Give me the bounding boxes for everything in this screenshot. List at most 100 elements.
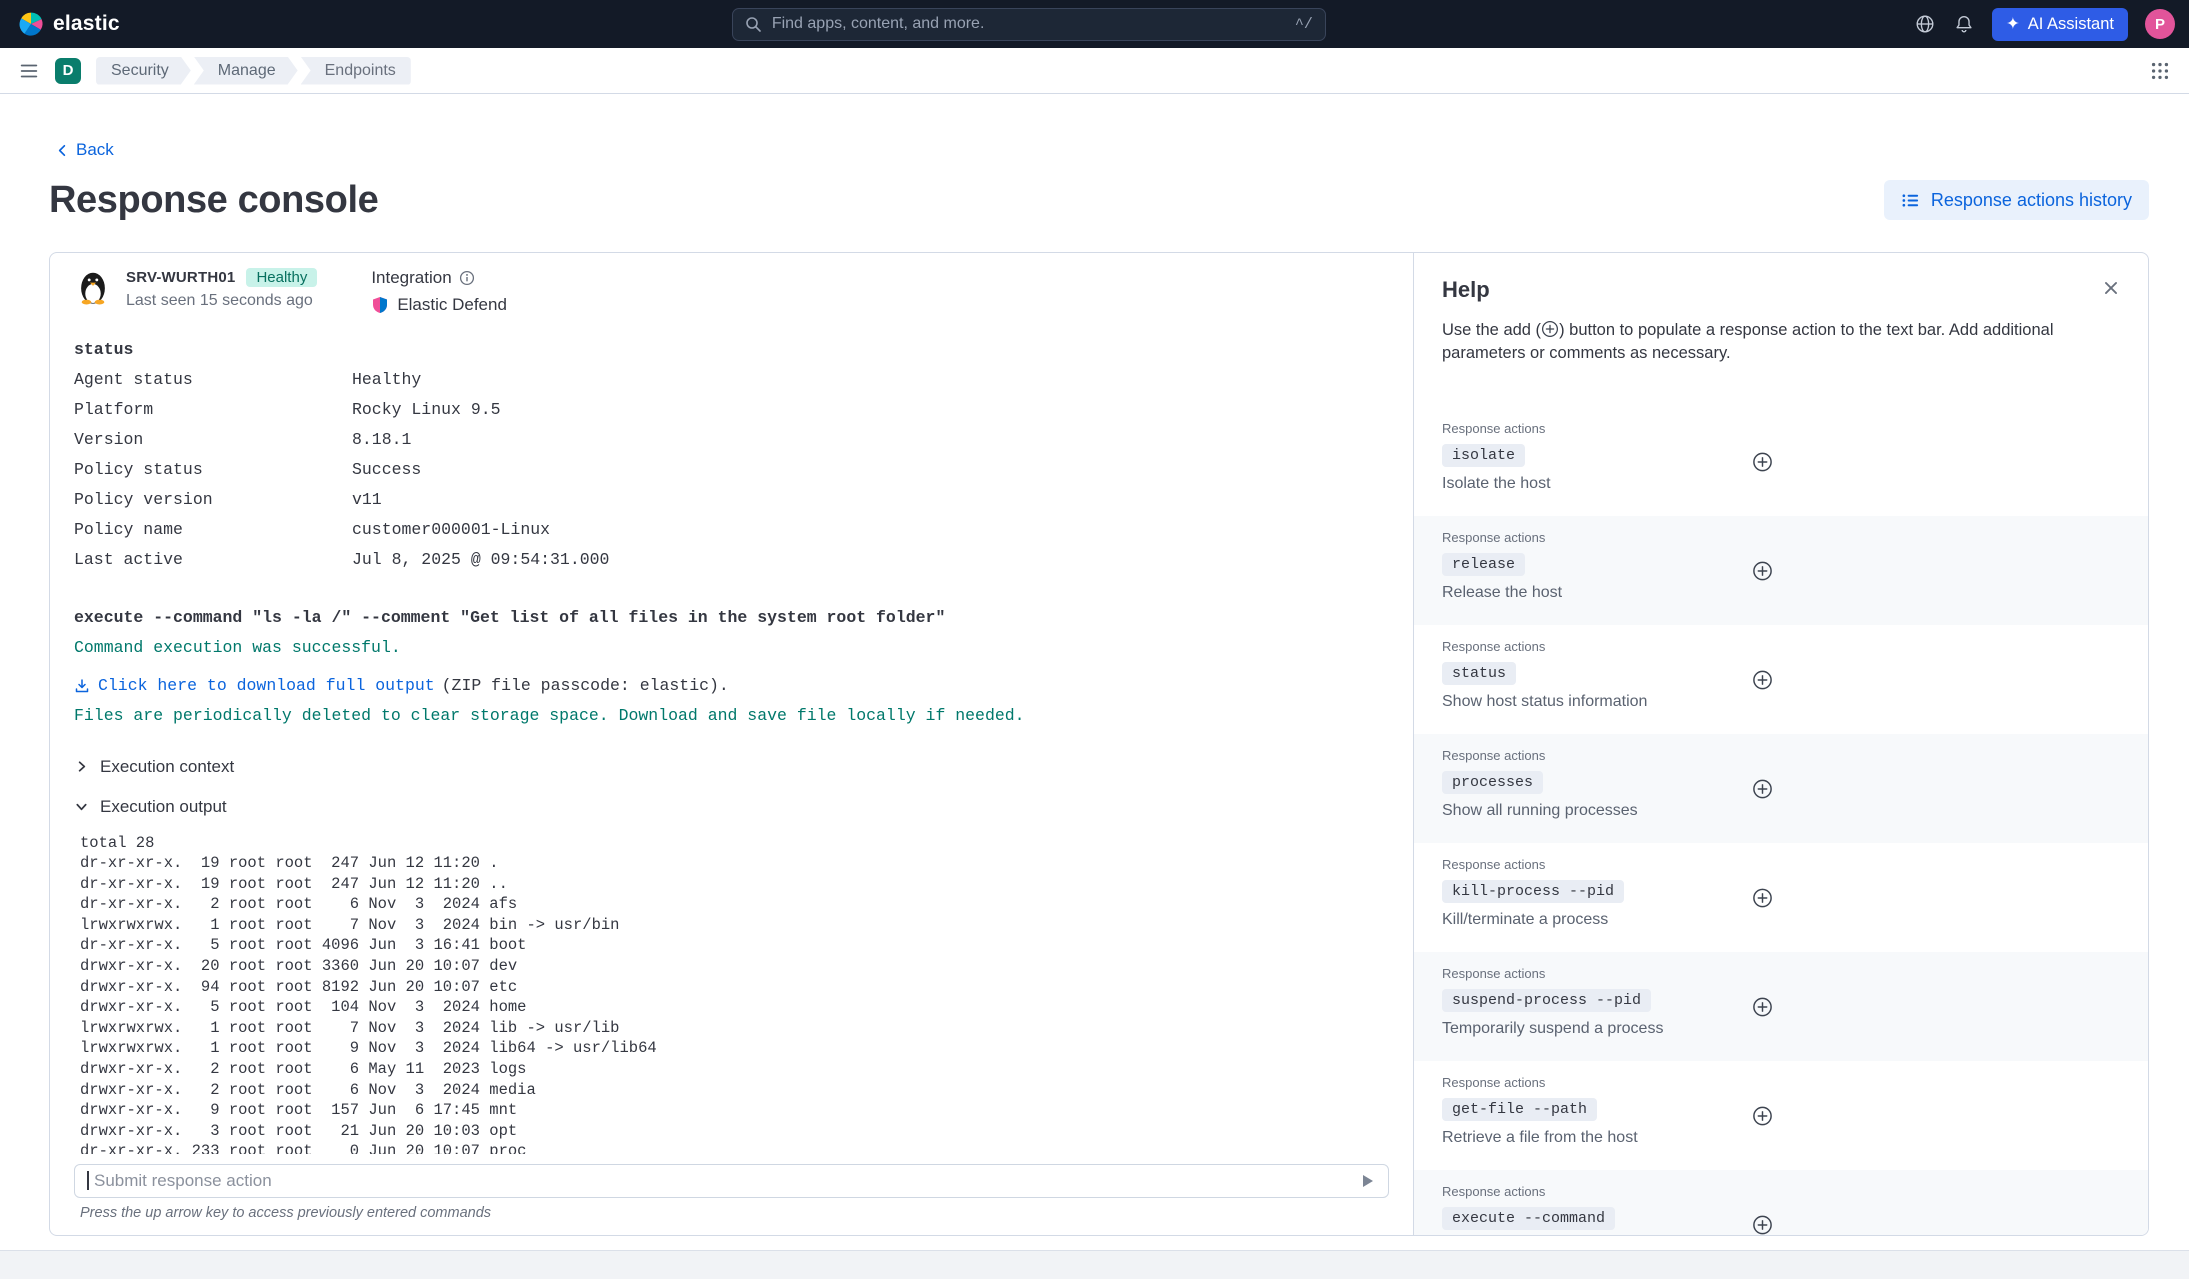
- add-command-button[interactable]: [1752, 1214, 1773, 1235]
- sparkle-icon: ✦: [2006, 14, 2020, 34]
- elastic-logo-icon: [18, 11, 44, 37]
- execution-context-label: Execution context: [100, 757, 234, 777]
- status-label: Version: [74, 425, 352, 455]
- page-footer-strip: [0, 1250, 2189, 1279]
- group-label: Response actions: [1442, 748, 2120, 763]
- download-link-label: Click here to download full output: [98, 671, 435, 701]
- command-description: Kill/terminate a process: [1442, 911, 2120, 929]
- top-header: elastic ^/ ✦ AI Assistant: [0, 0, 2189, 48]
- status-value: Rocky Linux 9.5: [352, 400, 501, 419]
- globe-icon[interactable]: [1914, 13, 1936, 35]
- help-title: Help: [1442, 277, 1490, 303]
- response-actions-history-button[interactable]: Response actions history: [1884, 180, 2149, 220]
- add-command-button[interactable]: [1752, 778, 1773, 799]
- list-item-get-file: Response actions get-file --path Retriev…: [1414, 1061, 2148, 1170]
- command-badge: suspend-process --pid: [1442, 989, 1651, 1012]
- host-name: SRV-WURTH01: [126, 269, 235, 286]
- list-item-release: Response actions release Release the hos…: [1414, 516, 2148, 625]
- breadcrumb: Security Manage Endpoints: [96, 57, 411, 85]
- status-row: Policy versionv11: [74, 485, 1389, 515]
- status-row: Policy namecustomer000001-Linux: [74, 515, 1389, 545]
- ai-assistant-button[interactable]: ✦ AI Assistant: [1992, 8, 2128, 41]
- info-icon[interactable]: [459, 270, 475, 286]
- input-hint: Press the up arrow key to access previou…: [80, 1205, 1389, 1221]
- add-command-button[interactable]: [1752, 1105, 1773, 1126]
- response-action-input[interactable]: [92, 1170, 1358, 1192]
- chevron-left-icon: [55, 143, 70, 158]
- host-status-badge: Healthy: [246, 268, 317, 287]
- back-link[interactable]: Back: [49, 139, 120, 161]
- breadcrumb-bar: D Security Manage Endpoints: [0, 48, 2189, 94]
- command-badge: status: [1442, 662, 1516, 685]
- back-label: Back: [76, 140, 114, 160]
- elastic-defend-icon: [371, 296, 389, 314]
- execution-output-label: Execution output: [100, 797, 227, 817]
- response-action-input-bar[interactable]: [74, 1164, 1389, 1198]
- executed-command: execute --command "ls -la /" --comment "…: [74, 603, 1389, 633]
- chevron-down-icon: [74, 799, 89, 814]
- status-label: Agent status: [74, 365, 352, 395]
- integration-label: Integration: [371, 268, 451, 288]
- command-badge: kill-process --pid: [1442, 880, 1624, 903]
- add-command-button[interactable]: [1752, 996, 1773, 1017]
- brand-wordmark: elastic: [53, 12, 120, 36]
- status-label: Policy name: [74, 515, 352, 545]
- elastic-home-link[interactable]: elastic: [18, 11, 120, 37]
- space-avatar[interactable]: D: [55, 58, 81, 84]
- close-icon[interactable]: [2100, 277, 2122, 299]
- execution-context-accordion[interactable]: Execution context: [74, 747, 234, 787]
- add-command-button[interactable]: [1752, 887, 1773, 908]
- apps-grid-icon[interactable]: [2149, 60, 2171, 82]
- search-input[interactable]: [770, 14, 1286, 34]
- group-label: Response actions: [1442, 530, 2120, 545]
- breadcrumb-manage[interactable]: Manage: [194, 57, 298, 85]
- command-description: Isolate the host: [1442, 475, 2120, 493]
- ai-assistant-label: AI Assistant: [2028, 15, 2114, 34]
- group-label: Response actions: [1442, 421, 2120, 436]
- global-search[interactable]: ^/: [732, 8, 1326, 41]
- status-command-echo: status: [74, 335, 1389, 365]
- linux-penguin-icon: [74, 268, 112, 306]
- page-title: Response console: [49, 179, 378, 222]
- chevron-right-icon: [74, 759, 89, 774]
- status-row: Agent statusHealthy: [74, 365, 1389, 395]
- submit-play-icon[interactable]: [1358, 1172, 1376, 1190]
- status-value: Healthy: [352, 370, 421, 389]
- response-actions-list: Response actions isolate Isolate the hos…: [1414, 407, 2148, 1235]
- list-item-suspend-process: Response actions suspend-process --pid T…: [1414, 952, 2148, 1061]
- status-row: Version8.18.1: [74, 425, 1389, 455]
- group-label: Response actions: [1442, 1075, 2120, 1090]
- search-shortcut-hint: ^/: [1295, 16, 1313, 33]
- command-description: Show host status information: [1442, 693, 2120, 711]
- menu-hamburger-icon[interactable]: [18, 60, 40, 82]
- add-command-button[interactable]: [1752, 669, 1773, 690]
- console-panel: SRV-WURTH01 Healthy Last seen 15 seconds…: [50, 253, 1413, 1235]
- response-console-card: SRV-WURTH01 Healthy Last seen 15 seconds…: [49, 252, 2149, 1236]
- history-button-label: Response actions history: [1931, 190, 2132, 211]
- group-label: Response actions: [1442, 857, 2120, 872]
- host-last-seen: Last seen 15 seconds ago: [126, 292, 317, 310]
- command-badge: execute --command: [1442, 1207, 1615, 1230]
- status-row: Last activeJul 8, 2025 @ 09:54:31.000: [74, 545, 1389, 575]
- status-row: PlatformRocky Linux 9.5: [74, 395, 1389, 425]
- add-command-button[interactable]: [1752, 560, 1773, 581]
- help-intro-before: Use the add (: [1442, 321, 1541, 339]
- download-passcode-note: (ZIP file passcode: elastic).: [442, 671, 729, 701]
- command-badge: processes: [1442, 771, 1543, 794]
- breadcrumb-security[interactable]: Security: [96, 57, 191, 85]
- success-message: Command execution was successful.: [74, 633, 1389, 663]
- directory-listing-output: total 28 dr-xr-xr-x. 19 root root 247 Ju…: [80, 833, 1389, 1154]
- agent-status-table: Agent statusHealthy PlatformRocky Linux …: [74, 365, 1389, 575]
- execution-output-accordion[interactable]: Execution output: [74, 787, 227, 827]
- status-value: customer000001-Linux: [352, 520, 550, 539]
- user-avatar[interactable]: P: [2145, 9, 2175, 39]
- group-label: Response actions: [1442, 639, 2120, 654]
- add-command-button[interactable]: [1752, 451, 1773, 472]
- breadcrumb-endpoints[interactable]: Endpoints: [301, 57, 411, 85]
- host-header: SRV-WURTH01 Healthy Last seen 15 seconds…: [74, 268, 1389, 315]
- alerts-bell-icon[interactable]: [1953, 13, 1975, 35]
- list-item-status: Response actions status Show host status…: [1414, 625, 2148, 734]
- integration-name: Elastic Defend: [397, 295, 507, 315]
- search-icon: [745, 16, 761, 32]
- download-output-link[interactable]: Click here to download full output: [74, 671, 435, 701]
